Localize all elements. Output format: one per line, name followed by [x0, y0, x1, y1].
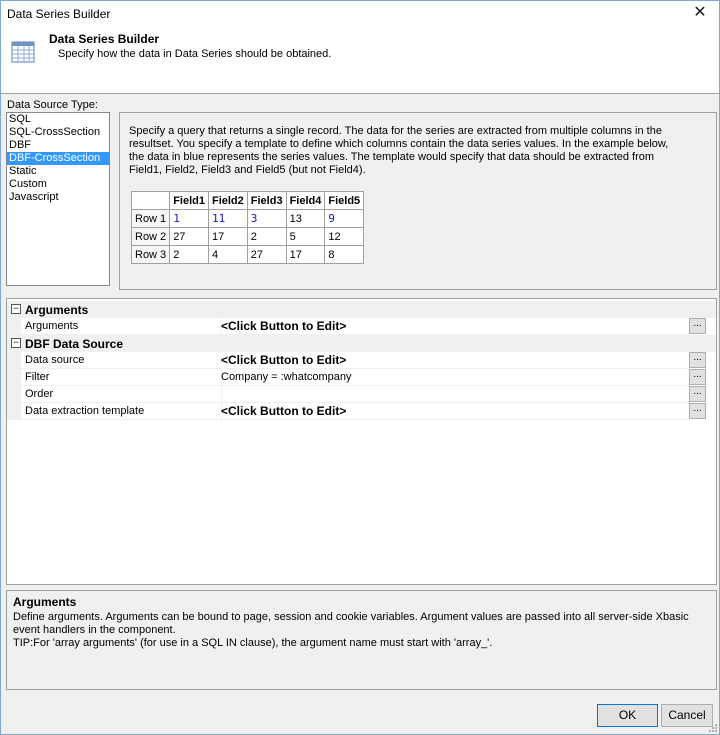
dialog-header: Data Series Builder Specify how the data… — [1, 27, 719, 94]
table-cell: 5 — [285, 227, 326, 246]
help-body: Define arguments. Arguments can be bound… — [13, 611, 703, 650]
table-row: Row 2 27 17 2 5 12 — [130, 227, 365, 246]
edit-button[interactable]: ... — [689, 403, 706, 419]
property-name: Order — [21, 386, 222, 403]
data-source-type-label: Data Source Type: — [7, 99, 98, 111]
title-bar: Data Series Builder ✕ — [1, 1, 719, 27]
dialog-window: Data Series Builder ✕ Data Series Builde… — [0, 0, 720, 735]
property-value[interactable]: Company = :whatcompany — [221, 369, 688, 386]
list-item-sql[interactable]: SQL — [7, 113, 109, 126]
table-cell: 17 — [285, 245, 326, 264]
series-value-cell: 9 — [324, 209, 365, 228]
example-header-field3: Field3 — [246, 191, 287, 210]
category-title: Arguments — [25, 303, 89, 317]
table-cell: 27 — [169, 227, 209, 246]
example-header-field4: Field4 — [285, 191, 326, 210]
list-item-javascript[interactable]: Javascript — [7, 191, 109, 204]
description-text: Specify a query that returns a single re… — [129, 125, 669, 176]
table-cell: 27 — [246, 245, 287, 264]
list-item-custom[interactable]: Custom — [7, 178, 109, 191]
series-value-cell: 11 — [207, 209, 248, 228]
example-header-field1: Field1 — [169, 191, 209, 210]
property-value[interactable]: <Click Button to Edit> — [221, 403, 688, 420]
property-value[interactable]: <Click Button to Edit> — [221, 318, 688, 335]
table-row: Row 1 1 11 3 13 9 — [130, 209, 365, 228]
series-value-cell: 3 — [246, 209, 287, 228]
table-cell: 2 — [169, 245, 209, 264]
list-item-sql-crosssection[interactable]: SQL-CrossSection — [7, 126, 109, 139]
property-row-arguments[interactable]: Arguments <Click Button to Edit> ... — [7, 318, 716, 335]
help-text: Define arguments. Arguments can be bound… — [13, 611, 689, 636]
table-cell: 17 — [207, 227, 248, 246]
header-subtitle: Specify how the data in Data Series shou… — [58, 48, 332, 60]
property-name: Data source — [21, 352, 222, 369]
property-row-data-extraction-template[interactable]: Data extraction template <Click Button t… — [7, 403, 716, 420]
table-cell: 8 — [324, 245, 365, 264]
table-cell: 2 — [246, 227, 287, 246]
help-title: Arguments — [13, 595, 77, 609]
property-grid: − Arguments Arguments <Click Button to E… — [6, 298, 717, 585]
edit-button[interactable]: ... — [689, 352, 706, 368]
edit-button[interactable]: ... — [689, 369, 706, 385]
example-corner-cell — [130, 191, 171, 210]
property-row-order[interactable]: Order ... — [7, 386, 716, 403]
series-value-cell: 1 — [169, 209, 209, 228]
property-row-filter[interactable]: Filter Company = :whatcompany ... — [7, 369, 716, 386]
property-name: Filter — [21, 369, 222, 386]
edit-button[interactable]: ... — [689, 318, 706, 334]
cancel-button[interactable]: Cancel — [661, 704, 713, 727]
category-title: DBF Data Source — [25, 337, 124, 351]
category-dbf-data-source[interactable]: − DBF Data Source — [7, 335, 716, 352]
close-icon[interactable]: ✕ — [691, 4, 709, 22]
row-header: Row 3 — [130, 245, 171, 264]
help-panel: Arguments Define arguments. Arguments ca… — [6, 590, 717, 690]
collapse-icon[interactable]: − — [11, 304, 21, 314]
example-header-field5: Field5 — [324, 191, 365, 210]
list-item-dbf-crosssection[interactable]: DBF-CrossSection — [7, 152, 109, 165]
data-source-type-list[interactable]: SQL SQL-CrossSection DBF DBF-CrossSectio… — [6, 112, 110, 286]
table-row: Row 3 2 4 27 17 8 — [130, 245, 365, 264]
row-header: Row 2 — [130, 227, 171, 246]
collapse-icon[interactable]: − — [11, 338, 21, 348]
category-arguments[interactable]: − Arguments — [7, 301, 716, 318]
resize-grip-icon[interactable] — [707, 722, 717, 732]
table-icon — [11, 41, 35, 63]
description-panel: Specify a query that returns a single re… — [119, 112, 717, 290]
list-item-static[interactable]: Static — [7, 165, 109, 178]
header-title: Data Series Builder — [49, 32, 160, 46]
example-table: Field1 Field2 Field3 Field4 Field5 Row 1… — [130, 191, 365, 264]
list-item-dbf[interactable]: DBF — [7, 139, 109, 152]
property-name: Arguments — [21, 318, 222, 335]
table-cell: 4 — [207, 245, 248, 264]
window-title: Data Series Builder — [7, 7, 111, 21]
edit-button[interactable]: ... — [689, 386, 706, 402]
table-cell: 13 — [285, 209, 326, 228]
row-header: Row 1 — [130, 209, 171, 228]
example-header-row: Field1 Field2 Field3 Field4 Field5 — [130, 191, 365, 210]
ok-button[interactable]: OK — [597, 704, 658, 727]
property-value[interactable]: <Click Button to Edit> — [221, 352, 688, 369]
property-name: Data extraction template — [21, 403, 222, 420]
table-cell: 12 — [324, 227, 365, 246]
help-tip: TIP:For 'array arguments' (for use in a … — [13, 637, 493, 649]
property-value[interactable] — [221, 386, 688, 403]
example-header-field2: Field2 — [207, 191, 248, 210]
property-row-data-source[interactable]: Data source <Click Button to Edit> ... — [7, 352, 716, 369]
